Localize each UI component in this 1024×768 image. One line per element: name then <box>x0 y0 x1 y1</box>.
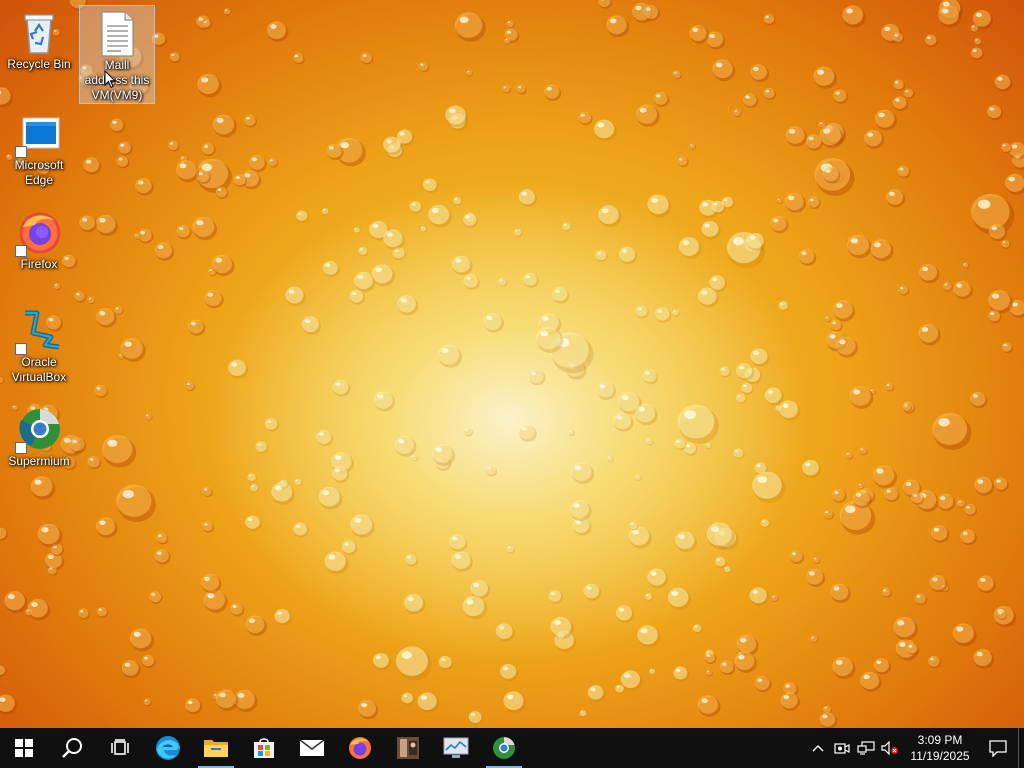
folder-icon <box>204 740 228 757</box>
action-center-button[interactable] <box>978 728 1018 768</box>
oracle-virtualbox-label: Oracle VirtualBox <box>11 355 67 384</box>
clock[interactable]: 3:09 PM 11/19/2025 <box>902 732 978 764</box>
firefox-label: Firefox <box>20 257 58 271</box>
oracle-virtualbox-desktop-icon[interactable]: Oracle VirtualBox <box>1 303 77 385</box>
supermium-icon <box>493 737 515 759</box>
firefox-icon <box>15 209 63 257</box>
firefox-taskbar-button[interactable] <box>336 728 384 768</box>
volume-tray-button[interactable] <box>878 728 902 768</box>
volume-muted-icon <box>881 741 898 755</box>
shortcut-arrow-icon <box>15 146 27 158</box>
notification-icon <box>989 740 1007 757</box>
recycle-bin-desktop-icon[interactable]: Recycle Bin <box>1 5 77 72</box>
text-document-icon <box>93 10 141 58</box>
mail-address-document-label: Maill address this VM(VM9) <box>84 58 150 102</box>
firefox-desktop-icon[interactable]: Firefox <box>1 205 77 272</box>
network-icon <box>857 741 875 755</box>
supermium-icon <box>15 406 63 454</box>
file-explorer-taskbar-button[interactable] <box>192 728 240 768</box>
app-icon <box>397 737 419 759</box>
camera-icon <box>834 743 850 754</box>
start-button[interactable] <box>0 728 48 768</box>
edge-taskbar-button[interactable] <box>144 728 192 768</box>
supermium-desktop-icon[interactable]: Supermium <box>1 402 77 469</box>
shortcut-arrow-icon <box>15 343 27 355</box>
mouse-pointer-icon <box>104 70 116 89</box>
task-manager-taskbar-button[interactable] <box>432 728 480 768</box>
shortcut-arrow-icon <box>15 442 27 454</box>
windows-logo-icon <box>15 739 33 757</box>
mail-address-document-desktop-icon[interactable]: Maill address this VM(VM9) <box>79 5 155 104</box>
edge-icon <box>15 110 63 158</box>
taskbar: 3:09 PM 11/19/2025 <box>0 728 1024 768</box>
camera-tray-button[interactable] <box>830 728 854 768</box>
store-icon <box>254 738 274 758</box>
clock-time: 3:09 PM <box>917 733 963 747</box>
task-view-button[interactable] <box>96 728 144 768</box>
network-tray-button[interactable] <box>854 728 878 768</box>
search-button[interactable] <box>48 728 96 768</box>
show-hidden-icons-button[interactable] <box>806 728 830 768</box>
virtualbox-icon <box>15 307 63 355</box>
clock-date: 11/19/2025 <box>910 749 970 763</box>
recycle-bin-label: Recycle Bin <box>7 57 71 71</box>
mail-icon <box>299 739 325 756</box>
microsoft-edge-desktop-icon[interactable]: Microsoft Edge <box>1 106 77 188</box>
firefox-icon <box>349 737 371 759</box>
supermium-taskbar-button[interactable] <box>480 728 528 768</box>
wallpaper-drops <box>0 0 1024 728</box>
system-tray: 3:09 PM 11/19/2025 <box>806 728 1024 768</box>
desktop[interactable]: Recycle Bin Maill address this VM(VM9) M… <box>0 0 1024 728</box>
microsoft-edge-label: Microsoft Edge <box>14 158 64 187</box>
app-taskbar-button[interactable] <box>384 728 432 768</box>
monitor-icon <box>443 737 469 758</box>
show-desktop-button[interactable] <box>1018 728 1024 768</box>
mail-taskbar-button[interactable] <box>288 728 336 768</box>
task-view-icon <box>111 739 129 755</box>
microsoft-store-taskbar-button[interactable] <box>240 728 288 768</box>
chevron-up-icon <box>812 745 824 752</box>
search-icon <box>62 738 82 758</box>
recycle-bin-icon <box>15 9 63 57</box>
supermium-label: Supermium <box>8 454 70 468</box>
shortcut-arrow-icon <box>15 245 27 257</box>
edge-icon <box>156 736 180 760</box>
